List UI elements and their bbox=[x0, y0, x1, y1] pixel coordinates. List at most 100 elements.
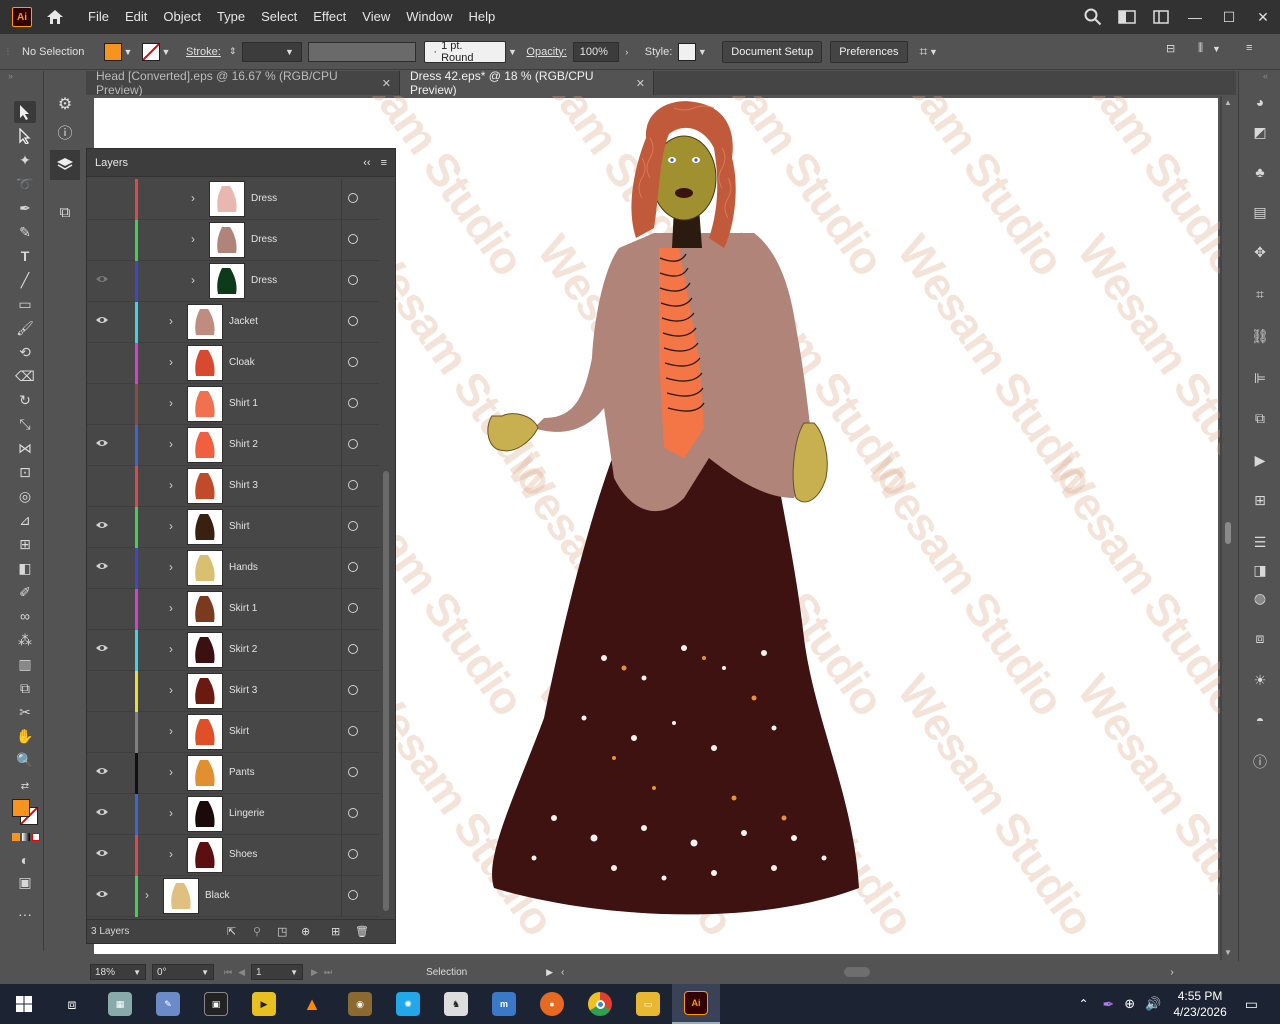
document-info-icon[interactable]: ⓘ bbox=[1249, 751, 1271, 773]
expand-chevron-icon[interactable]: › bbox=[169, 560, 173, 574]
chevron-down-icon[interactable]: ▼ bbox=[927, 47, 939, 57]
layer-name[interactable]: Lingerie bbox=[229, 808, 265, 819]
expand-chevron-icon[interactable]: › bbox=[169, 724, 173, 738]
file-explorer-icon[interactable]: ▭ bbox=[624, 984, 672, 1024]
layer-row[interactable]: › Hands bbox=[87, 548, 379, 589]
gradient-panel-icon[interactable]: ◨ bbox=[1249, 559, 1271, 581]
layer-name[interactable]: Dress bbox=[251, 275, 277, 286]
visibility-eye-icon[interactable] bbox=[95, 807, 109, 821]
chevron-up-icon[interactable]: ⌃ bbox=[1078, 997, 1088, 1011]
shape-builder-tool-icon[interactable]: ◎ bbox=[14, 485, 36, 507]
shaper-tool-icon[interactable]: ⟲ bbox=[14, 341, 36, 363]
last-artboard-icon[interactable]: ⏭ bbox=[324, 967, 332, 978]
hand-tool-icon[interactable]: ✋ bbox=[14, 725, 36, 747]
horizontal-scroll-thumb[interactable] bbox=[844, 967, 871, 977]
layer-row[interactable]: › Skirt 3 bbox=[87, 671, 379, 712]
rotate-tool-icon[interactable]: ↻ bbox=[14, 389, 36, 411]
visibility-eye-icon[interactable] bbox=[95, 561, 109, 575]
stroke-label[interactable]: Stroke: bbox=[186, 46, 221, 58]
eyedropper-tool-icon[interactable]: ✐ bbox=[14, 581, 36, 603]
mesh-tool-icon[interactable]: ⊞ bbox=[14, 533, 36, 555]
visibility-eye-icon[interactable] bbox=[95, 192, 109, 206]
expand-chevron-icon[interactable]: › bbox=[169, 806, 173, 820]
type-tool-icon[interactable]: T bbox=[14, 245, 36, 267]
search-icon[interactable] bbox=[1076, 0, 1110, 34]
stroke-color-swatch[interactable] bbox=[142, 42, 160, 61]
expand-chevron-icon[interactable]: › bbox=[191, 273, 195, 287]
layer-row[interactable]: › Dress bbox=[87, 261, 379, 302]
target-circle-icon[interactable] bbox=[348, 808, 358, 818]
layer-row[interactable]: › Skirt bbox=[87, 712, 379, 753]
stroke-weight-field[interactable]: ▼ bbox=[242, 41, 303, 62]
layer-name[interactable]: Skirt bbox=[229, 726, 249, 737]
panel-menu-icon[interactable]: ≡ bbox=[381, 157, 387, 169]
expand-chevron-icon[interactable]: › bbox=[169, 601, 173, 615]
layer-name[interactable]: Shirt bbox=[229, 521, 250, 532]
pen-icon[interactable]: ✒ bbox=[1103, 996, 1115, 1013]
links-icon[interactable]: ⛓ bbox=[1249, 325, 1271, 347]
expand-chevron-icon[interactable]: › bbox=[169, 437, 173, 451]
default-colors-icon[interactable]: ⇄ bbox=[14, 775, 36, 797]
panel-menu-icon[interactable]: ≡ bbox=[1246, 42, 1252, 54]
artboards-icon[interactable]: ⧉ bbox=[54, 204, 76, 226]
target-circle-icon[interactable] bbox=[348, 480, 358, 490]
fill-color-swatch[interactable] bbox=[104, 42, 122, 61]
menu-window[interactable]: Window bbox=[398, 0, 460, 34]
actions-icon[interactable]: ▶ bbox=[1249, 449, 1271, 471]
menu-type[interactable]: Type bbox=[209, 0, 253, 34]
collapse-icon[interactable]: « bbox=[1263, 71, 1268, 81]
opacity-label[interactable]: Opacity: bbox=[526, 46, 566, 58]
expand-chevron-icon[interactable]: › bbox=[169, 478, 173, 492]
home-icon[interactable] bbox=[44, 6, 66, 28]
layer-name[interactable]: Hands bbox=[229, 562, 258, 573]
visibility-eye-icon[interactable] bbox=[95, 356, 109, 370]
chevron-down-icon[interactable]: ▼ bbox=[160, 47, 172, 57]
target-circle-icon[interactable] bbox=[348, 193, 358, 203]
target-circle-icon[interactable] bbox=[348, 849, 358, 859]
graphic-styles-icon[interactable]: ◓ bbox=[1249, 709, 1271, 731]
direct-selection-tool-icon[interactable] bbox=[14, 125, 36, 147]
distribute-icon[interactable]: ⫼ bbox=[1198, 42, 1203, 55]
expand-chevron-icon[interactable]: › bbox=[169, 519, 173, 533]
layers-scrollbar[interactable]: ▼ bbox=[381, 181, 391, 932]
rectangle-tool-icon[interactable]: ▭ bbox=[14, 293, 36, 315]
layer-name[interactable]: Skirt 2 bbox=[229, 644, 257, 655]
vertical-scroll-thumb[interactable] bbox=[1225, 522, 1231, 544]
visibility-eye-icon[interactable] bbox=[95, 889, 109, 903]
target-circle-icon[interactable] bbox=[348, 234, 358, 244]
expand-chevron-icon[interactable]: › bbox=[169, 847, 173, 861]
expand-chevron-icon[interactable]: › bbox=[169, 642, 173, 656]
target-circle-icon[interactable] bbox=[348, 357, 358, 367]
layer-name[interactable]: Shirt 1 bbox=[229, 398, 258, 409]
maximize-icon[interactable]: ☐ bbox=[1212, 0, 1246, 34]
column-graph-tool-icon[interactable]: ▥ bbox=[14, 653, 36, 675]
visibility-eye-icon[interactable] bbox=[95, 643, 109, 657]
vertical-scrollbar[interactable]: ▲ ▼ bbox=[1222, 96, 1236, 960]
layers-scroll-thumb[interactable] bbox=[383, 471, 389, 911]
visibility-eye-icon[interactable] bbox=[95, 520, 109, 534]
artboard-navigation-field[interactable]: 1 ▼ bbox=[251, 964, 304, 980]
chevron-down-icon[interactable]: ▼ bbox=[122, 47, 134, 57]
artboard-tool-icon[interactable]: ⧉ bbox=[14, 677, 36, 699]
graphic-style-swatch[interactable] bbox=[678, 42, 697, 61]
vlc-icon[interactable]: ▲ bbox=[288, 984, 336, 1024]
visibility-eye-icon[interactable] bbox=[95, 438, 109, 452]
close-tab-icon[interactable]: ✕ bbox=[382, 77, 391, 90]
perspective-grid-tool-icon[interactable]: ⊿ bbox=[14, 509, 36, 531]
layer-name[interactable]: Dress bbox=[251, 234, 277, 245]
slice-tool-icon[interactable]: ✂ bbox=[14, 701, 36, 723]
status-menu-icon[interactable]: ▶ bbox=[546, 967, 553, 978]
scroll-up-icon[interactable]: ▲ bbox=[1224, 98, 1232, 107]
target-circle-icon[interactable] bbox=[348, 726, 358, 736]
app-icon-blue[interactable]: ✺ bbox=[384, 984, 432, 1024]
zoom-tool-icon[interactable]: 🔍 bbox=[14, 749, 36, 771]
align-panel-icon[interactable]: ⊫ bbox=[1249, 367, 1271, 389]
menu-file[interactable]: File bbox=[80, 0, 117, 34]
visibility-eye-icon[interactable] bbox=[95, 233, 109, 247]
rotate-view-field[interactable]: 0° ▼ bbox=[152, 964, 214, 980]
expand-chevron-icon[interactable]: › bbox=[169, 765, 173, 779]
scroll-down-icon[interactable]: ▼ bbox=[1224, 948, 1232, 957]
clock[interactable]: 4:55 PM 4/23/2026 bbox=[1173, 988, 1226, 1020]
layer-row[interactable]: › Shirt bbox=[87, 507, 379, 548]
stroke-panel-icon[interactable]: ☰ bbox=[1249, 531, 1271, 553]
